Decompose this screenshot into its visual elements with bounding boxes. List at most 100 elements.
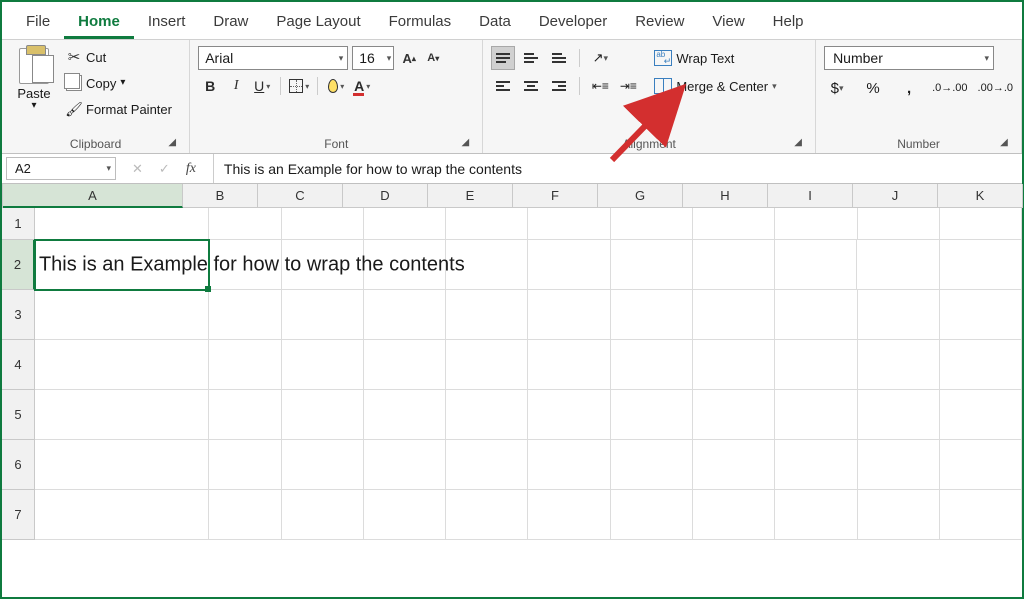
cell-I4[interactable] xyxy=(775,340,857,390)
cell-B2[interactable] xyxy=(209,240,282,290)
cell-K6[interactable] xyxy=(940,440,1022,490)
column-header-E[interactable]: E xyxy=(428,184,513,208)
align-middle-button[interactable] xyxy=(519,46,543,70)
cell-C5[interactable] xyxy=(282,390,364,440)
cell-G1[interactable] xyxy=(611,208,693,240)
column-header-J[interactable]: J xyxy=(853,184,938,208)
cell-A1[interactable] xyxy=(35,208,209,240)
cell-G4[interactable] xyxy=(611,340,693,390)
column-header-F[interactable]: F xyxy=(513,184,598,208)
tab-draw[interactable]: Draw xyxy=(199,5,262,39)
cell-I1[interactable] xyxy=(775,208,857,240)
accounting-format-button[interactable]: $ ▾ xyxy=(824,76,850,100)
column-header-I[interactable]: I xyxy=(768,184,853,208)
tab-page-layout[interactable]: Page Layout xyxy=(262,5,374,39)
selection-fill-handle[interactable] xyxy=(205,286,211,292)
cell-H7[interactable] xyxy=(693,490,775,540)
cell-H6[interactable] xyxy=(693,440,775,490)
paste-button[interactable]: Paste ▾ xyxy=(10,46,58,113)
cell-H1[interactable] xyxy=(693,208,775,240)
align-center-button[interactable] xyxy=(519,74,543,98)
cell-F3[interactable] xyxy=(528,290,610,340)
fill-color-button[interactable] xyxy=(324,74,348,98)
cell-I3[interactable] xyxy=(775,290,857,340)
column-header-H[interactable]: H xyxy=(683,184,768,208)
column-header-B[interactable]: B xyxy=(183,184,258,208)
cell-F5[interactable] xyxy=(528,390,610,440)
cell-D5[interactable] xyxy=(364,390,446,440)
row-header-5[interactable]: 5 xyxy=(2,390,35,440)
insert-function-button[interactable]: fx xyxy=(186,161,196,177)
merge-center-button[interactable]: Merge & Center ▾ xyxy=(652,74,778,98)
row-header-4[interactable]: 4 xyxy=(2,340,35,390)
cell-E3[interactable] xyxy=(446,290,528,340)
row-header-6[interactable]: 6 xyxy=(2,440,35,490)
cell-I6[interactable] xyxy=(775,440,857,490)
tab-home[interactable]: Home xyxy=(64,5,134,39)
cell-I2[interactable] xyxy=(775,240,857,290)
cell-G7[interactable] xyxy=(611,490,693,540)
tab-developer[interactable]: Developer xyxy=(525,5,621,39)
dialog-launcher-clipboard[interactable]: ◢ xyxy=(165,135,179,149)
cell-K7[interactable] xyxy=(940,490,1022,540)
cell-K2[interactable] xyxy=(940,240,1022,290)
cell-F4[interactable] xyxy=(528,340,610,390)
tab-formulas[interactable]: Formulas xyxy=(375,5,466,39)
cell-E1[interactable] xyxy=(446,208,528,240)
cell-B4[interactable] xyxy=(209,340,282,390)
increase-decimal-button[interactable]: .0→.00 xyxy=(932,76,967,100)
tab-data[interactable]: Data xyxy=(465,5,525,39)
tab-view[interactable]: View xyxy=(698,5,758,39)
cell-A6[interactable] xyxy=(35,440,209,490)
cell-J6[interactable] xyxy=(858,440,940,490)
cell-H5[interactable] xyxy=(693,390,775,440)
enter-formula-icon[interactable]: ✓ xyxy=(159,161,170,177)
cell-G6[interactable] xyxy=(611,440,693,490)
cell-D6[interactable] xyxy=(364,440,446,490)
dialog-launcher-alignment[interactable]: ◢ xyxy=(791,135,805,149)
underline-button[interactable]: U xyxy=(250,74,274,98)
align-bottom-button[interactable] xyxy=(547,46,571,70)
cell-K3[interactable] xyxy=(940,290,1022,340)
cell-C4[interactable] xyxy=(282,340,364,390)
format-painter-button[interactable]: Format Painter xyxy=(64,98,174,120)
cell-D2[interactable] xyxy=(364,240,446,290)
cell-A7[interactable] xyxy=(35,490,209,540)
cell-C7[interactable] xyxy=(282,490,364,540)
cell-D7[interactable] xyxy=(364,490,446,540)
percent-format-button[interactable]: % xyxy=(860,76,886,100)
cell-B6[interactable] xyxy=(209,440,282,490)
cell-I5[interactable] xyxy=(775,390,857,440)
increase-indent-button[interactable]: ⇥≡ xyxy=(616,74,640,98)
cell-J1[interactable] xyxy=(858,208,940,240)
font-color-button[interactable]: A xyxy=(350,74,374,98)
wrap-text-button[interactable]: Wrap Text xyxy=(652,46,778,70)
cell-D3[interactable] xyxy=(364,290,446,340)
cell-K5[interactable] xyxy=(940,390,1022,440)
cell-H3[interactable] xyxy=(693,290,775,340)
align-right-button[interactable] xyxy=(547,74,571,98)
cell-A2[interactable]: This is an Example for how to wrap the c… xyxy=(35,240,209,290)
column-header-C[interactable]: C xyxy=(258,184,343,208)
row-header-3[interactable]: 3 xyxy=(2,290,35,340)
cell-J7[interactable] xyxy=(858,490,940,540)
cell-A4[interactable] xyxy=(35,340,209,390)
decrease-indent-button[interactable]: ⇤≡ xyxy=(588,74,612,98)
row-header-2[interactable]: 2 xyxy=(2,240,35,290)
orientation-button[interactable]: ↗ ▾ xyxy=(588,46,612,70)
cell-C6[interactable] xyxy=(282,440,364,490)
cell-B7[interactable] xyxy=(209,490,282,540)
decrease-decimal-button[interactable]: .00→.0 xyxy=(978,76,1013,100)
column-header-D[interactable]: D xyxy=(343,184,428,208)
cell-D4[interactable] xyxy=(364,340,446,390)
cell-E5[interactable] xyxy=(446,390,528,440)
copy-button[interactable]: Copy ▾ xyxy=(64,72,174,94)
cell-C1[interactable] xyxy=(282,208,364,240)
tab-review[interactable]: Review xyxy=(621,5,698,39)
column-header-K[interactable]: K xyxy=(938,184,1023,208)
font-name-select[interactable]: Arial ▾ xyxy=(198,46,348,70)
cell-H4[interactable] xyxy=(693,340,775,390)
dialog-launcher-font[interactable]: ◢ xyxy=(458,135,472,149)
cell-G3[interactable] xyxy=(611,290,693,340)
cell-F7[interactable] xyxy=(528,490,610,540)
